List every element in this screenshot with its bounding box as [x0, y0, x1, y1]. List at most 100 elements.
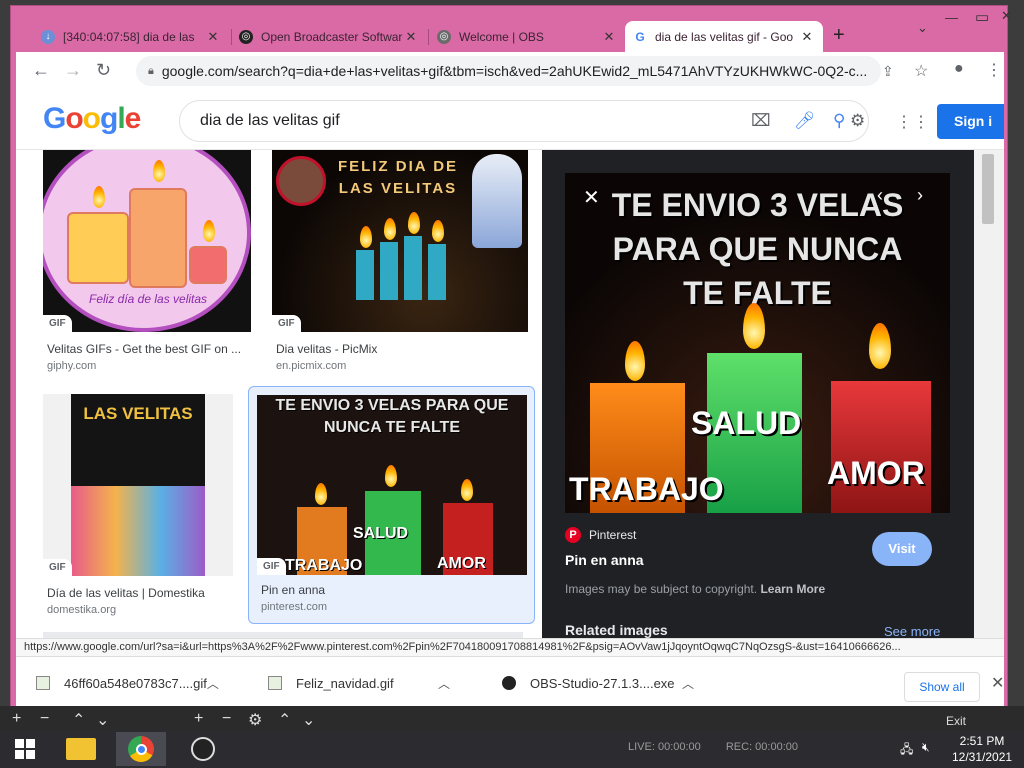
- flame-shape: [153, 160, 165, 182]
- result-title[interactable]: Dia velitas - PicMix: [276, 342, 476, 356]
- thumbnail-caption: FELIZ DIA DE LAS VELITAS: [337, 158, 459, 197]
- obs-globe-icon: ◎: [437, 29, 451, 44]
- windows-start-icon[interactable]: [0, 732, 50, 766]
- candle-shape: [404, 236, 422, 300]
- maximize-icon[interactable]: ▭: [975, 8, 989, 26]
- flame-shape: [315, 483, 327, 505]
- amor-label: AMOR: [827, 455, 925, 491]
- camera-search-icon[interactable]: ⌧: [751, 111, 771, 131]
- related-images-heading: Related images: [565, 622, 668, 638]
- download-arrow-icon: ↓: [41, 29, 55, 44]
- result-thumbnail[interactable]: FELIZ DIA DE LAS VELITAS GIF: [272, 150, 528, 332]
- sign-in-button[interactable]: Sign i: [937, 104, 1004, 139]
- result-title[interactable]: Día de las velitas | Domestika: [47, 586, 247, 600]
- new-tab-button[interactable]: +: [833, 24, 845, 47]
- reload-icon[interactable]: ↻: [96, 60, 111, 81]
- next-image-icon[interactable]: ›: [917, 185, 923, 206]
- result-card-domestika[interactable]: LAS VELITAS GIF Día de las velitas | Dom…: [43, 394, 233, 624]
- chrome-taskbar-icon[interactable]: [116, 732, 166, 766]
- back-icon[interactable]: ←: [32, 60, 50, 81]
- close-tab-icon[interactable]: ✕: [205, 29, 221, 45]
- chevron-up-icon[interactable]: ︿: [682, 675, 722, 692]
- exit-button[interactable]: Exit: [946, 714, 966, 728]
- close-window-icon[interactable]: ✕: [1001, 8, 1012, 24]
- gear-icon[interactable]: ⚙: [248, 710, 262, 730]
- download-item[interactable]: Feliz_navidad.gif ︿: [248, 657, 478, 709]
- source-site-row: P Pinterest: [565, 527, 636, 543]
- download-item[interactable]: OBS-Studio-27.1.3....exe ︿: [482, 657, 722, 709]
- taskbar-clock[interactable]: 2:51 PM 12/31/2021: [952, 733, 1012, 765]
- add-icon[interactable]: +: [194, 710, 203, 728]
- result-source: en.picmix.com: [276, 360, 347, 372]
- result-card-picmix[interactable]: FELIZ DIA DE LAS VELITAS GIF Dia velitas…: [272, 150, 528, 380]
- flame-shape: [203, 220, 215, 242]
- volume-mute-icon[interactable]: 🔇︎: [922, 740, 930, 755]
- image-file-icon: [268, 676, 282, 690]
- chevron-up-icon[interactable]: ︿: [438, 675, 478, 692]
- add-icon[interactable]: +: [12, 710, 21, 728]
- result-title[interactable]: Velitas GIFs - Get the best GIF on ...: [47, 342, 247, 356]
- menu-kebab-icon[interactable]: ⋮: [986, 60, 1002, 80]
- preview-title[interactable]: Pin en anna: [565, 552, 644, 568]
- chrome-logo-icon: [128, 736, 154, 762]
- close-tab-icon[interactable]: ✕: [799, 29, 815, 45]
- file-explorer-icon[interactable]: [56, 732, 106, 766]
- salud-label: SALUD: [691, 405, 802, 441]
- result-thumbnail[interactable]: TE ENVIO 3 VELAS PARA QUE NUNCA TE FALTE…: [257, 395, 527, 575]
- address-bar[interactable]: 🔒︎ google.com/search?q=dia+de+las+velita…: [136, 56, 881, 86]
- live-status: LIVE: 00:00:00: [628, 741, 701, 753]
- bookmark-star-icon[interactable]: ☆: [914, 61, 928, 81]
- close-download-bar-icon[interactable]: ✕: [991, 673, 1004, 693]
- obs-logo-icon: ◎: [239, 29, 253, 44]
- lock-icon: 🔒︎: [148, 64, 154, 77]
- obs-logo-icon: [502, 676, 516, 690]
- minimize-icon[interactable]: —: [945, 10, 958, 25]
- remove-icon[interactable]: −: [40, 710, 49, 728]
- page-scrollbar[interactable]: [974, 150, 1004, 638]
- town-illustration: [71, 486, 205, 576]
- obs-taskbar-icon[interactable]: [178, 732, 228, 766]
- visit-button[interactable]: Visit: [872, 532, 932, 566]
- forward-icon[interactable]: →: [64, 60, 82, 81]
- move-down-icon[interactable]: ⌄: [302, 710, 315, 730]
- microphone-icon[interactable]: 🎤︎: [794, 111, 816, 131]
- tab-google-search[interactable]: G dia de las velitas gif - Goo ✕: [625, 21, 823, 52]
- result-thumbnail[interactable]: LAS VELITAS GIF: [43, 394, 233, 576]
- tab-search-icon[interactable]: ⌄: [917, 20, 928, 36]
- result-thumbnail[interactable]: Feliz día de las velitas GIF: [43, 150, 251, 332]
- chevron-up-icon[interactable]: ︿: [207, 675, 246, 692]
- remove-icon[interactable]: −: [222, 710, 231, 728]
- close-preview-icon[interactable]: ✕: [583, 185, 600, 210]
- move-up-icon[interactable]: ⌃: [72, 710, 85, 730]
- settings-gear-icon[interactable]: ⚙: [850, 111, 865, 131]
- result-card-giphy[interactable]: Feliz día de las velitas GIF Velitas GIF…: [43, 150, 251, 380]
- tab-download[interactable]: ↓ [340:04:07:58] dia de las ✕: [33, 21, 229, 52]
- tab-welcome-obs[interactable]: ◎ Welcome | OBS ✕: [429, 21, 625, 52]
- move-up-icon[interactable]: ⌃: [278, 710, 291, 730]
- candle-shape: [67, 212, 129, 284]
- move-down-icon[interactable]: ⌄: [96, 710, 109, 730]
- learn-more-link[interactable]: Learn More: [760, 582, 825, 596]
- profile-icon[interactable]: ●: [954, 60, 964, 78]
- search-icon[interactable]: ⚲: [833, 111, 845, 131]
- image-file-icon: [36, 676, 50, 690]
- scrollbar-thumb[interactable]: [982, 154, 994, 224]
- share-icon[interactable]: ⇪: [882, 63, 894, 80]
- thumbnail-caption: LAS VELITAS: [83, 404, 193, 423]
- candle-shape: [831, 381, 931, 513]
- close-tab-icon[interactable]: ✕: [601, 29, 617, 45]
- result-title[interactable]: Pin en anna: [261, 583, 461, 597]
- flame-shape: [743, 303, 765, 349]
- close-tab-icon[interactable]: ✕: [403, 29, 419, 45]
- previous-image-icon[interactable]: ‹: [877, 185, 883, 206]
- preview-image[interactable]: TE ENVIO 3 VELAS PARA QUE NUNCA TE FALTE…: [565, 173, 950, 513]
- candle-shape: [428, 244, 446, 300]
- google-logo[interactable]: Google: [43, 102, 141, 136]
- result-card-pinterest[interactable]: TE ENVIO 3 VELAS PARA QUE NUNCA TE FALTE…: [248, 386, 535, 624]
- see-more-link[interactable]: See more: [884, 624, 940, 638]
- network-icon[interactable]: 🖧: [900, 740, 913, 761]
- show-all-downloads-button[interactable]: Show all: [904, 672, 980, 702]
- heart-portrait: [276, 156, 326, 206]
- download-item[interactable]: 46ff60a548e0783c7....gif ︿: [16, 657, 246, 709]
- tab-obs[interactable]: ◎ Open Broadcaster Software ✕: [231, 21, 427, 52]
